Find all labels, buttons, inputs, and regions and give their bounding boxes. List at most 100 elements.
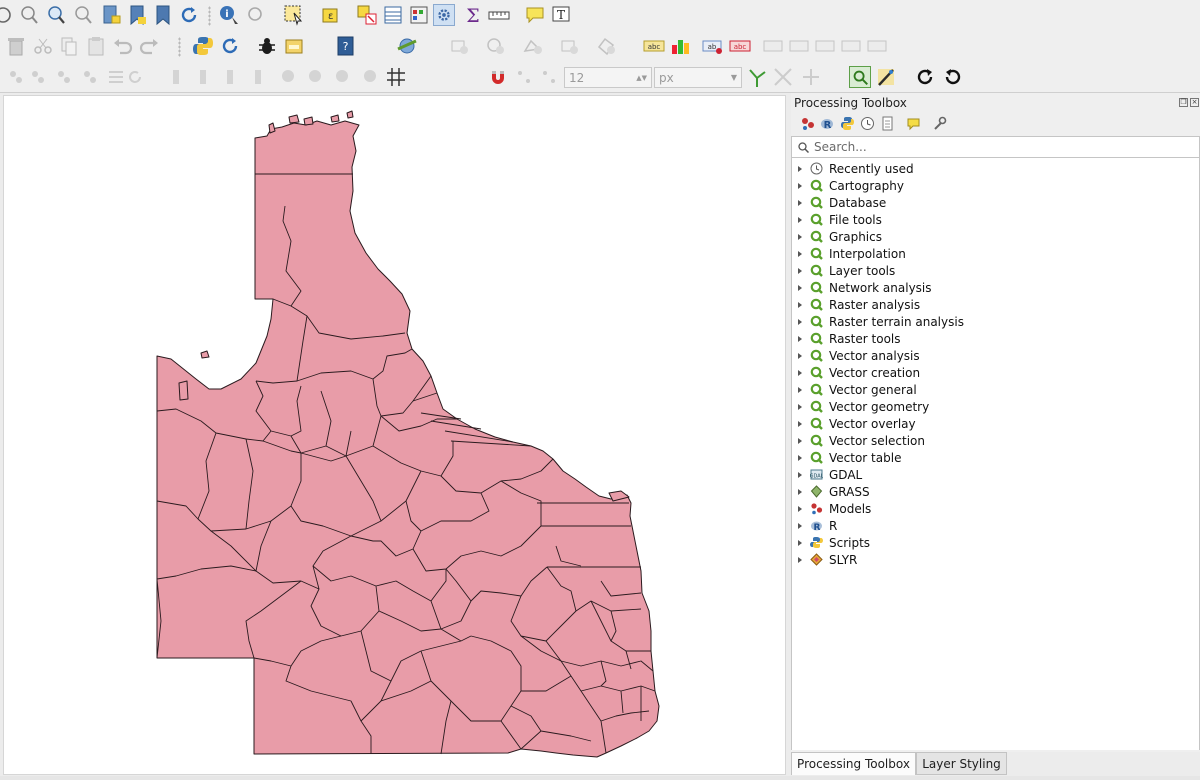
expand-arrow-icon[interactable] xyxy=(798,488,802,495)
select-features-icon[interactable] xyxy=(283,4,305,26)
statistics-sigma-icon[interactable]: Σ xyxy=(462,4,484,26)
rotate-counterclockwise-icon[interactable] xyxy=(942,66,964,88)
results-viewer-icon[interactable] xyxy=(880,116,895,131)
digitize-point-icon[interactable] xyxy=(5,66,27,88)
tree-item-raster-analysis[interactable]: Raster analysis xyxy=(792,296,1197,313)
text-annotation-icon[interactable]: T xyxy=(551,4,573,26)
tree-item-interpolation[interactable]: Interpolation xyxy=(792,245,1197,262)
tree-item-recently-used[interactable]: Recently used xyxy=(792,160,1197,177)
label-abc-icon[interactable]: abc xyxy=(643,35,665,57)
paste-features-icon[interactable] xyxy=(85,35,107,57)
float-panel-icon[interactable]: ❐ xyxy=(1179,98,1188,107)
avoid-overlap-icon[interactable] xyxy=(800,66,822,88)
expand-arrow-icon[interactable] xyxy=(798,199,802,206)
offset-curve-icon[interactable] xyxy=(595,35,617,57)
change-label-icon[interactable] xyxy=(815,35,837,57)
toolbox-search[interactable] xyxy=(791,136,1200,158)
map-layer-regions[interactable] xyxy=(4,96,786,775)
snap-segment-icon[interactable] xyxy=(538,66,560,88)
copy-features-icon[interactable] xyxy=(58,35,80,57)
expand-arrow-icon[interactable] xyxy=(798,352,802,359)
python-scripts-icon[interactable] xyxy=(840,116,855,131)
tree-item-scripts[interactable]: Scripts xyxy=(792,534,1197,551)
measure-line-icon[interactable] xyxy=(488,4,510,26)
search-input[interactable] xyxy=(814,140,1174,154)
snapping-magnet-icon[interactable] xyxy=(487,66,509,88)
zoom-full-icon[interactable] xyxy=(18,4,40,26)
history-clock-icon[interactable] xyxy=(860,116,875,131)
tree-item-vector-creation[interactable]: Vector creation xyxy=(792,364,1197,381)
tree-item-network-analysis[interactable]: Network analysis xyxy=(792,279,1197,296)
add-part-icon[interactable] xyxy=(222,66,244,88)
show-hide-label-icon[interactable] xyxy=(841,35,863,57)
map-tools-wand-icon[interactable] xyxy=(875,66,897,88)
new-bookmark-icon[interactable] xyxy=(100,4,122,26)
tree-item-vector-table[interactable]: Vector table xyxy=(792,449,1197,466)
tree-item-gdal[interactable]: GDAL GDAL xyxy=(792,466,1197,483)
attribute-table-icon[interactable] xyxy=(382,4,404,26)
models-icon[interactable] xyxy=(800,116,815,131)
topological-editing-icon[interactable] xyxy=(746,66,768,88)
add-feature-icon[interactable] xyxy=(448,35,470,57)
bookmark-icon[interactable] xyxy=(152,4,174,26)
snapping-units-select[interactable]: px ▼ xyxy=(654,67,742,88)
redo-icon[interactable] xyxy=(138,35,160,57)
locator-search-icon[interactable] xyxy=(849,66,871,88)
node-tool-icon[interactable] xyxy=(522,35,544,57)
expand-arrow-icon[interactable] xyxy=(798,165,802,172)
offset-icon[interactable] xyxy=(332,66,354,88)
vertex-tool-icon[interactable] xyxy=(79,66,101,88)
add-ring-icon[interactable] xyxy=(168,66,190,88)
zoom-to-layer-icon[interactable] xyxy=(45,4,67,26)
expand-arrow-icon[interactable] xyxy=(798,386,802,393)
move-label-icon[interactable] xyxy=(763,35,785,57)
tree-item-file-tools[interactable]: File tools xyxy=(792,211,1197,228)
delete-part-icon[interactable] xyxy=(278,66,300,88)
plugin-reload-icon[interactable] xyxy=(219,35,241,57)
python-console-icon[interactable] xyxy=(192,35,214,57)
identify-icon[interactable]: i xyxy=(218,4,240,26)
expand-arrow-icon[interactable] xyxy=(798,437,802,444)
tree-item-layer-tools[interactable]: Layer tools xyxy=(792,262,1197,279)
delete-selected-icon[interactable] xyxy=(5,35,27,57)
help-icon[interactable]: ? xyxy=(335,35,357,57)
split-features-icon[interactable] xyxy=(360,66,382,88)
georeferencer-icon[interactable] xyxy=(396,35,418,57)
expand-arrow-icon[interactable] xyxy=(798,267,802,274)
expand-arrow-icon[interactable] xyxy=(798,301,802,308)
expand-arrow-icon[interactable] xyxy=(798,216,802,223)
tree-item-vector-analysis[interactable]: Vector analysis xyxy=(792,347,1197,364)
tree-item-grass[interactable]: GRASS xyxy=(792,483,1197,500)
folder-plugin-icon[interactable] xyxy=(283,35,305,57)
digitize-polygon-icon[interactable] xyxy=(53,66,75,88)
expand-arrow-icon[interactable] xyxy=(798,420,802,427)
tree-item-vector-selection[interactable]: Vector selection xyxy=(792,432,1197,449)
map-tips-icon[interactable] xyxy=(524,4,546,26)
r-scripts-icon[interactable]: R xyxy=(820,116,835,131)
undo-icon[interactable] xyxy=(112,35,134,57)
expand-arrow-icon[interactable] xyxy=(798,335,802,342)
grid-snap-icon[interactable] xyxy=(385,66,407,88)
diagram-icon[interactable] xyxy=(669,35,691,57)
rotate-label-icon[interactable] xyxy=(789,35,811,57)
toolbar-grip[interactable] xyxy=(178,37,181,57)
toolbar-grip[interactable] xyxy=(208,6,211,26)
close-panel-icon[interactable]: × xyxy=(1190,98,1199,107)
select-by-value-icon[interactable]: ε xyxy=(320,4,342,26)
snapping-tolerance-input[interactable]: 12 ▲▼ xyxy=(564,67,652,88)
tree-item-graphics[interactable]: Graphics xyxy=(792,228,1197,245)
label-properties-icon[interactable] xyxy=(867,35,889,57)
cut-features-icon[interactable] xyxy=(32,35,54,57)
expand-arrow-icon[interactable] xyxy=(798,233,802,240)
show-bookmarks-icon[interactable] xyxy=(126,4,148,26)
tree-item-slyr[interactable]: SLYR xyxy=(792,551,1197,568)
deselect-icon[interactable] xyxy=(356,4,378,26)
refresh-icon[interactable] xyxy=(178,4,200,26)
expand-arrow-icon[interactable] xyxy=(798,539,802,546)
delete-ring-icon[interactable] xyxy=(250,66,272,88)
tree-item-raster-tools[interactable]: Raster tools xyxy=(792,330,1197,347)
tree-item-vector-overlay[interactable]: Vector overlay xyxy=(792,415,1197,432)
measure-zoom-icon[interactable] xyxy=(245,4,267,26)
map-canvas[interactable] xyxy=(3,95,786,775)
tree-item-raster-terrain-analysis[interactable]: Raster terrain analysis xyxy=(792,313,1197,330)
